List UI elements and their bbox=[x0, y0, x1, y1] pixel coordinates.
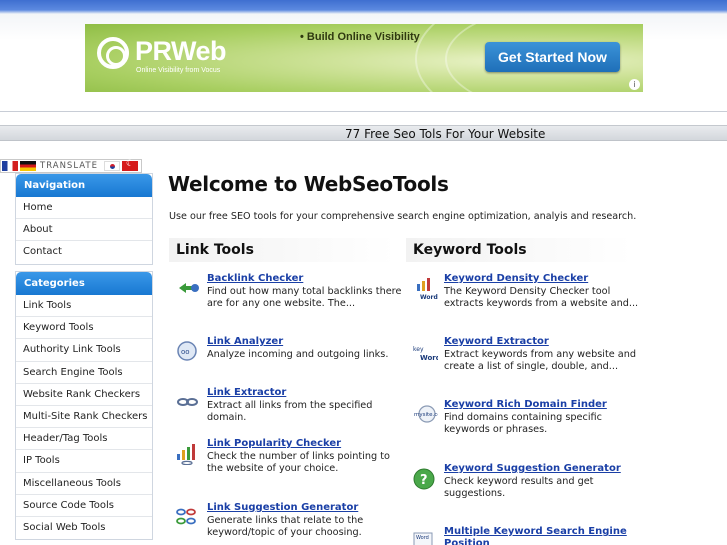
french-flag-icon[interactable] bbox=[2, 161, 18, 171]
multiple-keyword-search-engine-position-link[interactable]: Multiple Keyword Search Engine Position bbox=[444, 526, 634, 545]
category-miscellaneous-tools[interactable]: Miscellaneous Tools bbox=[16, 473, 152, 495]
categories-heading: Categories bbox=[16, 272, 152, 295]
ad-headline-prefix: • Build bbox=[300, 31, 338, 43]
turkish-flag-icon[interactable] bbox=[121, 159, 138, 171]
link-popularity-checker-link[interactable]: Link Popularity Checker bbox=[207, 438, 341, 449]
page-title: Welcome to WebSeoTools bbox=[168, 172, 449, 196]
keyword-suggestion-icon: ? bbox=[413, 468, 435, 490]
svg-text:oo: oo bbox=[181, 348, 190, 356]
backlink-checker-icon bbox=[179, 283, 199, 293]
nav-item-about[interactable]: About bbox=[16, 219, 152, 242]
korean-flag-icon[interactable] bbox=[103, 161, 120, 171]
category-authority-link-tools[interactable]: Authority Link Tools bbox=[16, 339, 152, 362]
link-extractor-link[interactable]: Link Extractor bbox=[207, 387, 286, 398]
navigation-heading: Navigation bbox=[16, 174, 152, 197]
tool-description: Check keyword results and get suggestion… bbox=[444, 475, 594, 500]
category-source-code-tools[interactable]: Source Code Tools bbox=[16, 495, 152, 517]
keyword-tools-heading: Keyword Tools bbox=[406, 238, 632, 262]
link-suggestion-generator-link[interactable]: Link Suggestion Generator bbox=[207, 502, 358, 513]
nav-item-home[interactable]: Home bbox=[16, 197, 152, 220]
svg-text:?: ? bbox=[420, 473, 428, 488]
category-social-web-tools[interactable]: Social Web Tools bbox=[16, 517, 152, 539]
tool-description: Extract all links from the specified dom… bbox=[207, 399, 373, 424]
tool-description: Check the number of links pointing to th… bbox=[207, 450, 390, 475]
link-analyzer-icon: oo bbox=[177, 341, 197, 361]
link-analyzer-link[interactable]: Link Analyzer bbox=[207, 336, 283, 347]
link-suggestion-icon bbox=[176, 508, 196, 525]
tool-description: The Keyword Density Checker tool extract… bbox=[444, 285, 639, 310]
get-started-button[interactable]: Get Started Now bbox=[485, 42, 620, 72]
ad-headline-bold: Online Visibility bbox=[337, 31, 420, 43]
keyword-density-checker-link[interactable]: Keyword Density Checker bbox=[444, 273, 588, 284]
category-ip-tools[interactable]: IP Tools bbox=[16, 450, 152, 473]
link-tools-heading: Link Tools bbox=[169, 238, 395, 262]
link-popularity-icon bbox=[177, 444, 195, 465]
tool-description: Find domains containing specific keyword… bbox=[444, 411, 602, 436]
german-flag-icon[interactable] bbox=[20, 161, 36, 171]
ad-headline: • Build Online Visibility bbox=[300, 31, 420, 43]
backlink-checker-link[interactable]: Backlink Checker bbox=[207, 273, 303, 284]
ad-brand: PRWeb bbox=[135, 36, 227, 66]
tool-description: Generate links that relate to the keywor… bbox=[207, 514, 364, 539]
keyword-suggestion-generator-link[interactable]: Keyword Suggestion Generator bbox=[444, 463, 621, 474]
ad-brand-tagline: Online Visibility from Vocus bbox=[136, 67, 221, 74]
ad-info-icon[interactable]: i bbox=[629, 79, 640, 90]
svg-text:Word: Word bbox=[420, 294, 438, 300]
svg-text:key: key bbox=[413, 346, 424, 353]
tool-description: Extract keywords from any website and cr… bbox=[444, 348, 637, 373]
category-multi-site-rank-checkers[interactable]: Multi-Site Rank Checkers bbox=[16, 406, 152, 429]
multiple-keyword-search-icon: Word bbox=[413, 532, 433, 545]
site-tagline: 77 Free Seo Tols For Your Website bbox=[345, 127, 546, 141]
link-extractor-icon bbox=[177, 398, 198, 406]
category-link-tools[interactable]: Link Tools bbox=[16, 295, 152, 318]
translate-widget[interactable]: TRANSLATE bbox=[0, 159, 142, 173]
keyword-domain-icon: mysite.com bbox=[414, 405, 438, 423]
tagline-strip: 77 Free Seo Tols For Your Website bbox=[0, 125, 727, 141]
keyword-extractor-icon: key Word bbox=[413, 346, 438, 362]
categories-box: Categories Link Tools Keyword Tools Auth… bbox=[15, 271, 153, 541]
svg-text:mysite.com: mysite.com bbox=[414, 412, 438, 418]
tool-description: Analyze incoming and outgoing links. bbox=[207, 348, 389, 360]
keyword-extractor-link[interactable]: Keyword Extractor bbox=[444, 336, 549, 347]
category-keyword-tools[interactable]: Keyword Tools bbox=[16, 317, 152, 340]
keyword-rich-domain-finder-link[interactable]: Keyword Rich Domain Finder bbox=[444, 399, 607, 410]
category-header-tag-tools[interactable]: Header/Tag Tools bbox=[16, 428, 152, 451]
svg-text:Word: Word bbox=[416, 535, 429, 541]
translate-label[interactable]: TRANSLATE bbox=[40, 161, 98, 171]
nav-item-contact[interactable]: Contact bbox=[16, 241, 152, 263]
prweb-logo-icon bbox=[97, 37, 129, 69]
category-search-engine-tools[interactable]: Search Engine Tools bbox=[16, 362, 152, 384]
prweb-ad-banner[interactable]: PRWeb Online Visibility from Vocus • Bui… bbox=[85, 24, 643, 92]
tool-description: Find out how many total backlinks there … bbox=[207, 285, 402, 310]
navigation-box: Navigation Home About Contact bbox=[15, 173, 153, 265]
keyword-density-icon: Word bbox=[417, 278, 438, 300]
intro-text: Use our free SEO tools for your comprehe… bbox=[169, 211, 637, 222]
category-website-rank-checkers[interactable]: Website Rank Checkers bbox=[16, 384, 152, 406]
svg-text:Word: Word bbox=[420, 354, 438, 362]
